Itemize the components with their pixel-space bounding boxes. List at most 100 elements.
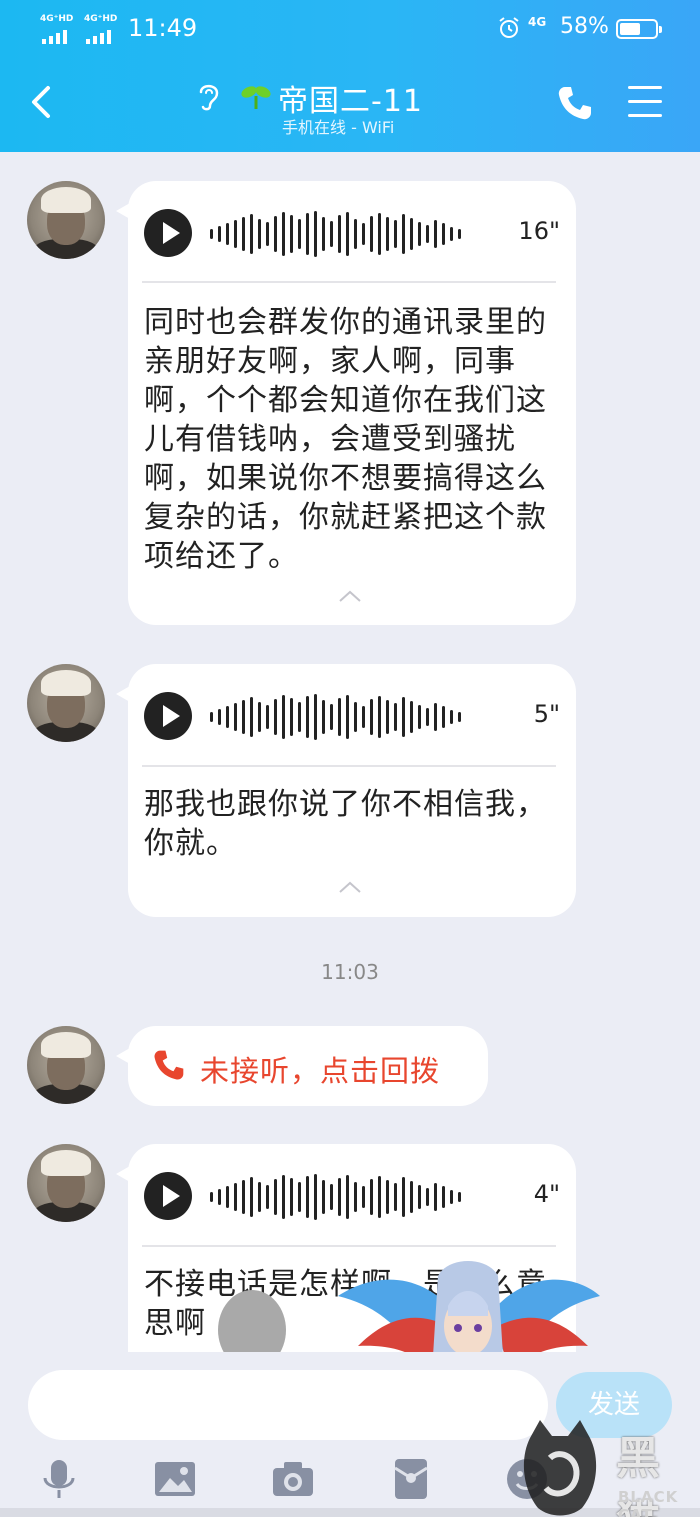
waveform-bar <box>314 1174 317 1220</box>
microphone-icon[interactable] <box>36 1456 82 1502</box>
waveform-bar <box>314 211 317 257</box>
waveform-bar <box>442 706 445 728</box>
waveform-bar <box>410 701 413 733</box>
waveform-bar <box>402 697 405 737</box>
chat-header: 4G⁺HD 4G⁺HD 11:49 4G 58% 帝国二-11 手机在线 - W… <box>0 0 700 152</box>
phone-call-icon[interactable] <box>556 84 594 122</box>
waveform-bar <box>354 702 357 732</box>
waveform-bar <box>378 1176 381 1218</box>
image-icon[interactable] <box>152 1456 198 1502</box>
waveform-bar <box>362 706 365 728</box>
alarm-icon <box>499 17 519 38</box>
divider <box>142 1245 556 1247</box>
waveform-bar <box>274 1179 277 1215</box>
avatar[interactable] <box>27 1026 105 1104</box>
waveform-bar <box>250 1177 253 1217</box>
missed-call-text: 未接听，点击回拨 <box>200 1054 441 1088</box>
waveform-bar <box>226 706 229 728</box>
waveform-bar <box>386 217 389 251</box>
waveform-bar <box>306 213 309 255</box>
play-icon[interactable] <box>144 209 192 257</box>
waveform-bar <box>282 695 285 739</box>
play-icon[interactable] <box>144 1172 192 1220</box>
voice-message-bubble[interactable]: 5" 那我也跟你说了你不相信我，你就。 <box>116 664 576 917</box>
waveform-bar <box>410 1181 413 1213</box>
ear-mode-icon[interactable] <box>196 80 222 112</box>
message-input[interactable] <box>28 1370 548 1440</box>
waveform-bar <box>394 220 397 248</box>
waveform-bar <box>450 227 453 241</box>
waveform-bar <box>418 1185 421 1209</box>
waveform-bar <box>234 220 237 248</box>
waveform-bar <box>290 698 293 736</box>
waveform-bar <box>282 212 285 256</box>
waveform-bar <box>394 703 397 731</box>
waveform-bar <box>458 229 461 239</box>
signal-bars-1-icon <box>42 30 67 44</box>
waveform-bar <box>218 226 221 242</box>
waveform-bar <box>346 695 349 739</box>
chevron-up-icon[interactable] <box>338 589 362 603</box>
waveform-bar <box>402 1177 405 1217</box>
waveform-bar <box>210 229 213 239</box>
waveform-bar <box>306 1176 309 1218</box>
waveform-bar <box>450 710 453 724</box>
waveform-bar <box>434 1183 437 1211</box>
waveform-icon <box>210 1170 461 1224</box>
waveform-bar <box>330 704 333 730</box>
avatar[interactable] <box>27 181 105 259</box>
waveform-bar <box>418 222 421 246</box>
voice-transcript: 那我也跟你说了你不相信我，你就。 <box>144 787 547 861</box>
waveform-bar <box>250 697 253 737</box>
voice-message-bubble[interactable]: 16" 同时也会群发你的通讯录里的亲朋好友啊，家人啊，同事啊，个个都会知道你在我… <box>116 181 576 625</box>
divider <box>142 765 556 767</box>
waveform-bar <box>386 1180 389 1214</box>
waveform-bar <box>434 703 437 731</box>
red-packet-icon[interactable] <box>388 1456 434 1502</box>
waveform-bar <box>218 709 221 725</box>
avatar[interactable] <box>27 1144 105 1222</box>
waveform-bar <box>458 712 461 722</box>
waveform-bar <box>322 700 325 734</box>
play-icon[interactable] <box>144 692 192 740</box>
missed-call-phone-icon <box>154 1050 184 1080</box>
waveform-bar <box>386 700 389 734</box>
waveform-bar <box>306 696 309 738</box>
message-timestamp: 11:03 <box>321 960 379 984</box>
waveform-bar <box>226 1186 229 1208</box>
camera-icon[interactable] <box>270 1456 316 1502</box>
waveform-bar <box>298 1182 301 1212</box>
black-cat-logo-icon <box>523 1420 597 1516</box>
waveform-bar <box>298 702 301 732</box>
waveform-bar <box>266 222 269 246</box>
online-status: 手机在线 - WiFi <box>282 118 395 137</box>
waveform-bar <box>258 1182 261 1212</box>
missed-call-bubble[interactable]: 未接听，点击回拨 <box>116 1026 488 1106</box>
waveform-bar <box>378 696 381 738</box>
waveform-bar <box>330 1184 333 1210</box>
waveform-bar <box>250 214 253 254</box>
voice-duration: 4" <box>533 1180 560 1208</box>
waveform-bar <box>242 700 245 734</box>
waveform-bar <box>338 215 341 253</box>
menu-icon[interactable] <box>628 86 664 118</box>
waveform-icon <box>210 207 461 261</box>
waveform-bar <box>458 1192 461 1202</box>
back-arrow-icon[interactable] <box>22 82 62 122</box>
waveform-bar <box>442 1186 445 1208</box>
chevron-up-icon[interactable] <box>338 880 362 894</box>
waveform-bar <box>434 220 437 248</box>
waveform-bar <box>426 1188 429 1206</box>
waveform-bar <box>394 1183 397 1211</box>
voice-duration: 16" <box>518 217 560 245</box>
waveform-bar <box>210 1192 213 1202</box>
waveform-bar <box>210 712 213 722</box>
battery-level-fill <box>620 23 640 35</box>
waveform-bar <box>290 215 293 253</box>
divider <box>142 281 556 283</box>
status-bar: 4G⁺HD 4G⁺HD 11:49 4G 58% <box>0 10 700 50</box>
waveform-bar <box>330 221 333 247</box>
waveform-bar <box>258 702 261 732</box>
waveform-bar <box>226 223 229 245</box>
avatar[interactable] <box>27 664 105 742</box>
